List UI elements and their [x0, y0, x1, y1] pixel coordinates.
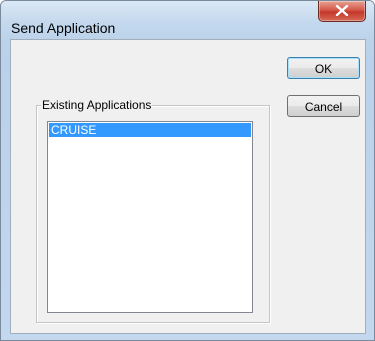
title-bar[interactable]: Send Application [1, 1, 374, 39]
window-title: Send Application [11, 20, 116, 36]
existing-applications-group: Existing Applications CRUISE [36, 97, 270, 323]
existing-applications-list[interactable]: CRUISE [47, 121, 253, 313]
group-label: Existing Applications [41, 97, 153, 113]
ok-button[interactable]: OK [287, 57, 360, 79]
send-application-dialog: Send Application OK Cancel Existing Appl… [0, 0, 375, 341]
close-button[interactable] [318, 1, 366, 22]
list-item[interactable]: CRUISE [49, 123, 251, 137]
close-icon [335, 5, 349, 16]
dialog-client-area: OK Cancel Existing Applications CRUISE [10, 39, 366, 334]
cancel-button[interactable]: Cancel [287, 95, 360, 117]
